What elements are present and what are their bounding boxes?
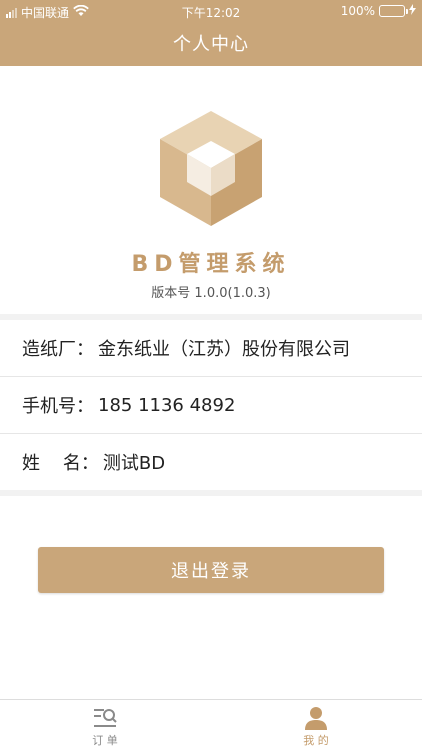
person-icon (286, 704, 346, 732)
cube-logo-icon (160, 111, 262, 226)
status-right: 100% (341, 4, 416, 18)
top-bar: 中国联通 下午12:02 100% 个人中心 (0, 0, 422, 66)
name-label: 姓 名： (22, 453, 99, 474)
info-row-name: 姓 名： 测试BD (0, 434, 422, 490)
logout-button[interactable]: 退出登录 (38, 547, 384, 593)
order-list-icon (75, 704, 135, 732)
app-name: BD管理系统 (131, 252, 291, 277)
info-row-phone: 手机号： 185 1136 4892 (0, 377, 422, 433)
factory-value: 金东纸业（江苏）股份有限公司 (98, 339, 350, 360)
status-bar: 中国联通 下午12:02 100% (0, 0, 422, 22)
factory-label: 造纸厂： (22, 339, 94, 360)
charging-icon (409, 4, 416, 18)
battery-percent: 100% (340, 4, 375, 18)
phone-value: 185 1136 4892 (98, 394, 236, 416)
info-row-factory: 造纸厂： 金东纸业（江苏）股份有限公司 (0, 320, 422, 376)
battery-icon (379, 5, 408, 17)
tab-bar: 订 单 我 的 (0, 699, 422, 750)
name-value: 测试BD (102, 453, 166, 474)
page-title: 个人中心 (173, 34, 249, 55)
tab-orders[interactable]: 订 单 (75, 704, 135, 748)
tab-mine[interactable]: 我 的 (286, 704, 346, 748)
tab-mine-label: 我 的 (303, 734, 329, 747)
app-version: 版本号 1.0.0(1.0.3) (151, 286, 271, 301)
section-separator (0, 490, 422, 496)
tab-orders-label: 订 单 (92, 734, 118, 747)
phone-label: 手机号： (22, 396, 94, 417)
app-logo (0, 108, 422, 228)
